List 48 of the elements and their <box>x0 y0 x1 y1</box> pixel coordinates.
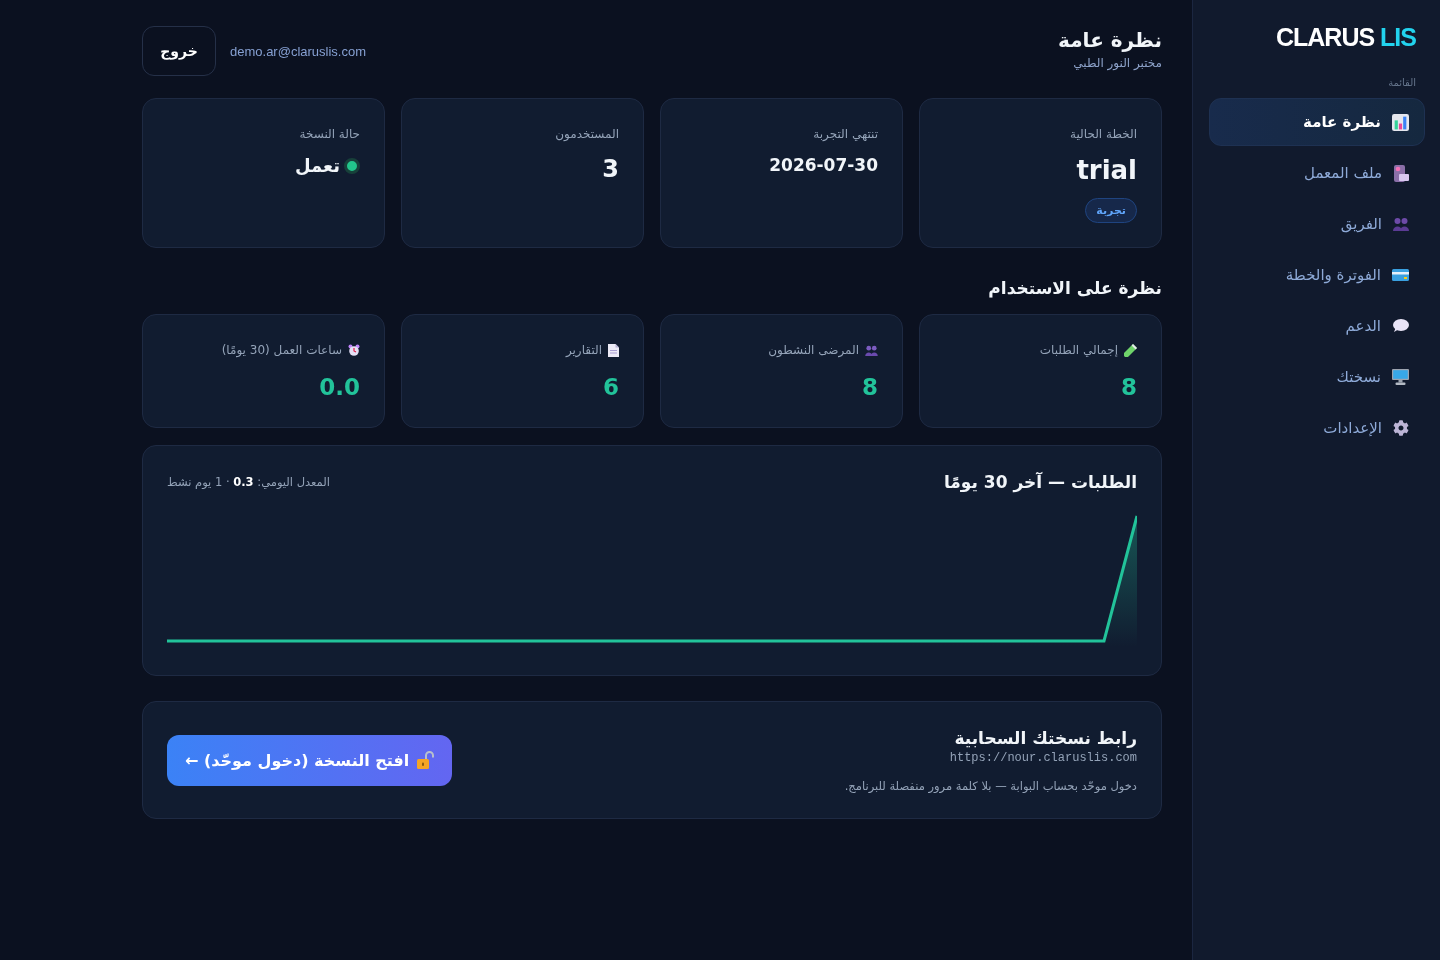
people-icon <box>865 344 878 356</box>
credit-card-icon <box>1392 269 1409 281</box>
card-label: المستخدمون <box>555 126 619 142</box>
alarm-clock-icon <box>348 344 360 356</box>
users-count: 3 <box>602 154 619 184</box>
card-label: الخطة الحالية <box>1070 126 1137 142</box>
plan-value: trial <box>1076 154 1137 186</box>
monitor-icon <box>1392 369 1409 385</box>
settings-icon <box>1393 420 1409 436</box>
card-label: التقارير <box>565 342 602 358</box>
sso-note: دخول موحّد بحساب البوابة — بلا كلمة مرور منفصلة للبرنامج. <box>844 778 1137 794</box>
open-instance-button[interactable]: افتح النسخة (دخول موحّد) ← <box>167 734 453 786</box>
sidebar-item[interactable]: الإعدادات <box>1209 404 1425 452</box>
sidebar-item[interactable]: الفوترة والخطة <box>1209 251 1425 299</box>
logo: CLARUS LIS <box>1275 22 1416 52</box>
usage-value: 8 <box>862 373 878 402</box>
speech-bubble-icon <box>1392 319 1409 333</box>
logout-button[interactable]: خروج <box>142 26 216 76</box>
open-lock-icon <box>417 751 435 769</box>
people-icon <box>1393 217 1409 231</box>
card-label: حالة النسخة <box>299 126 360 142</box>
plan-badge: تجربة <box>1085 198 1137 223</box>
bar-chart-icon <box>1392 113 1409 131</box>
card-label: ساعات العمل (30 يومًا) <box>221 342 342 358</box>
chart-title: الطلبات — آخر 30 يومًا <box>943 471 1137 494</box>
card-label: إجمالي الطلبات <box>1039 342 1118 358</box>
menu-section-label: القائمة <box>1388 76 1416 90</box>
sidebar-item[interactable]: نظرة عامة <box>1209 98 1425 146</box>
trial-end-date: 2026-07-30 <box>769 154 878 177</box>
card-label: المرضى النشطون <box>768 342 859 358</box>
test-tube-icon <box>1124 343 1137 357</box>
user-email: demo.ar@claruslis.com <box>230 43 366 59</box>
sidebar-item[interactable]: الدعم <box>1209 302 1425 350</box>
usage-value: 8 <box>1121 373 1137 402</box>
document-icon <box>608 343 619 357</box>
status-value: تعمل <box>294 154 340 178</box>
sidebar-item[interactable]: نسختك <box>1209 353 1425 401</box>
sidebar-item[interactable]: ملف المعمل <box>1209 149 1425 197</box>
file-card-icon <box>1393 164 1409 182</box>
lab-name: مختبر النور الطبي <box>1073 55 1162 72</box>
sidebar-item[interactable]: الفريق <box>1209 200 1425 248</box>
instance-url: https://nour.claruslis.com <box>949 750 1137 766</box>
cloud-link-title: رابط نسختك السحابية <box>954 727 1137 750</box>
card-label: تنتهي التجربة <box>813 126 878 142</box>
section-title: نظرة على الاستخدام <box>988 277 1162 300</box>
usage-value: 6 <box>603 373 619 402</box>
page-title: نظرة عامة <box>1058 27 1162 54</box>
usage-value: 0.0 <box>319 373 360 402</box>
